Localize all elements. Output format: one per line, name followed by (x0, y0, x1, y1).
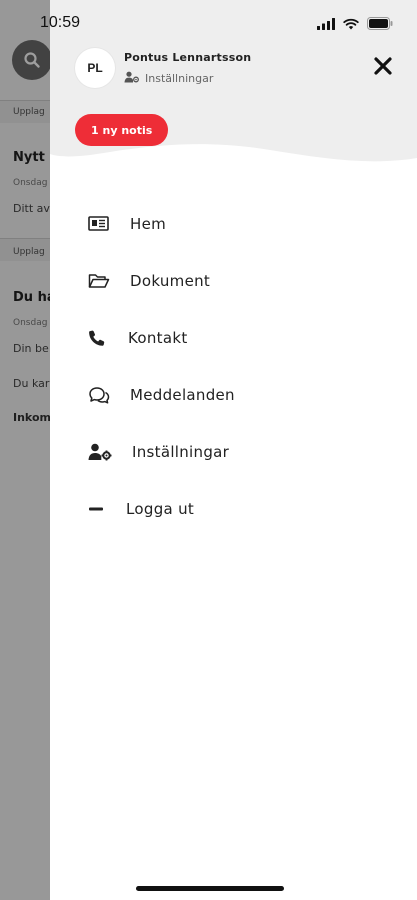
chat-bubbles-icon (88, 386, 130, 404)
news-icon (88, 216, 130, 232)
menu-item-dokument[interactable]: Dokument (88, 264, 388, 298)
home-indicator (136, 886, 284, 891)
menu-item-meddelanden[interactable]: Meddelanden (88, 378, 388, 412)
settings-link[interactable]: Inställningar (124, 71, 213, 86)
phone-icon (88, 329, 128, 347)
notification-badge[interactable]: 1 ny notis (75, 114, 169, 146)
close-button[interactable] (371, 56, 395, 80)
menu-item-installningar[interactable]: Inställningar (88, 435, 388, 469)
menu-item-label: Dokument (130, 272, 211, 290)
close-icon (373, 56, 393, 80)
menu-item-logga-ut[interactable]: Logga ut (88, 492, 388, 526)
minus-icon (88, 506, 126, 512)
battery-icon (367, 15, 393, 34)
status-icons (317, 15, 393, 34)
wifi-icon (343, 15, 359, 34)
avatar[interactable]: PL (75, 48, 115, 88)
side-drawer: PL Pontus Lennartsson Inställningar 1 ny… (50, 0, 417, 900)
user-cog-icon (124, 71, 140, 86)
menu-item-label: Hem (130, 215, 167, 233)
settings-link-label: Inställningar (145, 72, 214, 85)
user-cog-icon (88, 443, 132, 461)
menu-item-kontakt[interactable]: Kontakt (88, 321, 388, 355)
menu-item-label: Kontakt (128, 329, 188, 347)
menu-item-label: Logga ut (126, 500, 195, 518)
menu-item-label: Inställningar (132, 443, 230, 461)
signal-icon (317, 15, 335, 34)
menu-item-label: Meddelanden (130, 386, 235, 404)
user-name: Pontus Lennartsson (124, 51, 252, 64)
menu-item-hem[interactable]: Hem (88, 207, 388, 241)
status-time: 10:59 (40, 14, 81, 31)
folder-open-icon (88, 273, 130, 289)
